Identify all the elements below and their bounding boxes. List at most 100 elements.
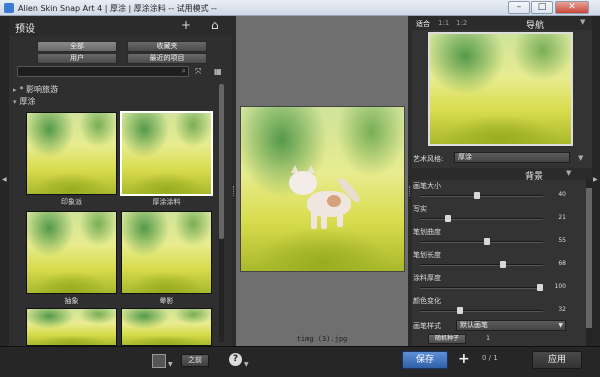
chevron-down-icon[interactable]: ▼ xyxy=(244,361,249,368)
navigator-image xyxy=(430,34,571,144)
slider-knob[interactable] xyxy=(537,284,543,291)
filter-favorites-button[interactable]: 收藏夹 xyxy=(127,41,207,52)
apply-button[interactable]: 应用 xyxy=(532,351,582,369)
expand-icon[interactable]: ⤧ xyxy=(195,66,201,78)
presets-title: 预设 xyxy=(15,24,35,35)
param-slider[interactable] xyxy=(420,307,543,314)
preview-image[interactable] xyxy=(240,106,405,272)
tree-item-impasto[interactable]: ▾ 厚涂 xyxy=(13,96,36,107)
slider-knob[interactable] xyxy=(474,192,480,199)
splitter-grip xyxy=(409,186,411,196)
preset-image xyxy=(122,212,211,293)
preset-image xyxy=(27,309,116,345)
image-filename: timg (3).jpg xyxy=(296,335,348,343)
slider-knob[interactable] xyxy=(484,238,490,245)
preset-thumbnail[interactable] xyxy=(121,211,212,294)
filter-all-button[interactable]: 全部 xyxy=(37,41,117,52)
collapse-right-icon: ▶ xyxy=(593,176,598,183)
art-style-dropdown[interactable]: 厚涂 xyxy=(454,152,570,163)
param-value: 32 xyxy=(558,306,566,313)
tree-item-label: 厚涂 xyxy=(19,97,36,106)
preset-label: 晕影 xyxy=(159,297,174,305)
preset-thumbnail-selected[interactable] xyxy=(120,111,213,196)
navigator-title: 导航 xyxy=(526,21,545,31)
right-collapse-strip[interactable]: ▶ xyxy=(592,16,600,346)
kitten-figure xyxy=(289,163,369,243)
close-button[interactable]: ✕ xyxy=(555,1,589,14)
param-value: 21 xyxy=(558,214,566,221)
settings-panel: 适合 1:1 1:2 导航 ▼ 艺术风格: 厚涂 ▼ 背景 ▼ 画笔大小 40 写实… xyxy=(412,16,592,346)
grid-view-icon[interactable]: ▦ xyxy=(214,66,222,78)
chevron-down-icon: ▾ xyxy=(13,98,17,106)
chevron-down-icon[interactable]: ▼ xyxy=(578,154,583,162)
add-preset-icon[interactable]: + xyxy=(181,19,191,31)
param-label: 画笔大小 xyxy=(413,182,441,190)
param-slider[interactable] xyxy=(420,261,543,268)
title-bar: Alien Skin Snap Art 4 | 厚涂 | 厚涂涂料 -- 试用模… xyxy=(0,0,600,16)
preset-image xyxy=(27,212,116,293)
zoom-1-2-button[interactable]: 1:2 xyxy=(456,19,467,27)
preset-thumbnail[interactable] xyxy=(26,112,117,195)
param-slider[interactable] xyxy=(420,215,543,222)
preset-image xyxy=(27,113,116,194)
zoom-1-1-button[interactable]: 1:1 xyxy=(438,19,449,27)
chevron-right-icon: ▸ xyxy=(13,86,17,94)
preset-label: 厚涂涂料 xyxy=(152,198,181,206)
art-style-label: 艺术风格: xyxy=(413,155,444,163)
before-button[interactable]: 之前 xyxy=(181,354,209,367)
brush-style-dropdown[interactable]: 默认画笔 ▼ xyxy=(456,320,566,331)
view-mode-button[interactable] xyxy=(152,354,166,368)
param-slider[interactable] xyxy=(420,238,543,245)
param-label: 写实 xyxy=(413,205,427,213)
param-slider[interactable] xyxy=(420,192,543,199)
save-button[interactable]: 保存 xyxy=(402,351,448,369)
param-label: 笔划曲度 xyxy=(413,228,441,236)
splitter-grip xyxy=(233,186,235,196)
collapse-background-icon[interactable]: ▼ xyxy=(566,169,571,177)
slider-knob[interactable] xyxy=(500,261,506,268)
maximize-button[interactable]: □ xyxy=(531,1,553,14)
navigator-thumbnail[interactable] xyxy=(428,32,573,146)
bottom-toolbar: ▼ 之前 ? ▼ 保存 + 0 / 1 应用 xyxy=(0,346,600,377)
chevron-down-icon: ▼ xyxy=(558,322,563,329)
slider-knob[interactable] xyxy=(457,307,463,314)
preset-thumbnail[interactable] xyxy=(26,308,117,346)
slider-knob[interactable] xyxy=(445,215,451,222)
tree-item-travel[interactable]: ▸ * 影响旅游 xyxy=(13,84,58,95)
preset-image xyxy=(122,113,211,194)
presets-scrollbar[interactable] xyxy=(219,84,224,342)
collapse-navigator-icon[interactable]: ▼ xyxy=(580,18,585,26)
preview-area[interactable]: timg (3).jpg xyxy=(236,16,408,346)
background-title: 背景 xyxy=(525,172,544,182)
scrollbar-thumb[interactable] xyxy=(219,84,224,239)
param-value: 40 xyxy=(558,191,566,198)
param-value: 100 xyxy=(554,283,566,290)
tree-item-label: * 影响旅游 xyxy=(19,85,59,94)
preset-thumbnail[interactable] xyxy=(26,211,117,294)
help-icon[interactable]: ? xyxy=(229,353,242,366)
random-seed-button[interactable]: 随机种子 xyxy=(428,334,466,344)
filter-user-button[interactable]: 用户 xyxy=(37,53,117,64)
collapse-left-icon: ◀ xyxy=(2,176,7,183)
left-collapse-strip[interactable]: ◀ xyxy=(0,16,9,346)
preset-search-input[interactable]: ⌕ xyxy=(17,66,189,77)
minimize-button[interactable]: – xyxy=(508,1,530,14)
page-indicator: 0 / 1 xyxy=(482,354,498,362)
app-icon xyxy=(4,3,14,13)
param-label: 笔划长度 xyxy=(413,251,441,259)
param-slider[interactable] xyxy=(420,284,543,291)
preset-thumbnail[interactable] xyxy=(121,308,212,346)
zoom-fit-button[interactable]: 适合 xyxy=(416,19,430,29)
presets-panel: 预设 + ⌂ 全部 收藏夹 用户 最近的项目 ⌕ ⤧ ▦ ▸ * 影响旅游 ▾ 厚涂… xyxy=(9,16,232,346)
add-button[interactable]: + xyxy=(458,351,470,367)
param-label: 颜色变化 xyxy=(413,297,441,305)
preset-label: 抽象 xyxy=(64,297,79,305)
param-value: 55 xyxy=(558,237,566,244)
chevron-down-icon[interactable]: ▼ xyxy=(168,361,173,368)
home-icon[interactable]: ⌂ xyxy=(211,19,219,31)
navigator-header: 适合 1:1 1:2 导航 ▼ xyxy=(412,16,592,31)
search-icon: ⌕ xyxy=(181,66,186,75)
art-style-row: 艺术风格: 厚涂 ▼ xyxy=(412,152,592,164)
art-style-value: 厚涂 xyxy=(458,153,472,161)
filter-recent-button[interactable]: 最近的项目 xyxy=(127,53,207,64)
